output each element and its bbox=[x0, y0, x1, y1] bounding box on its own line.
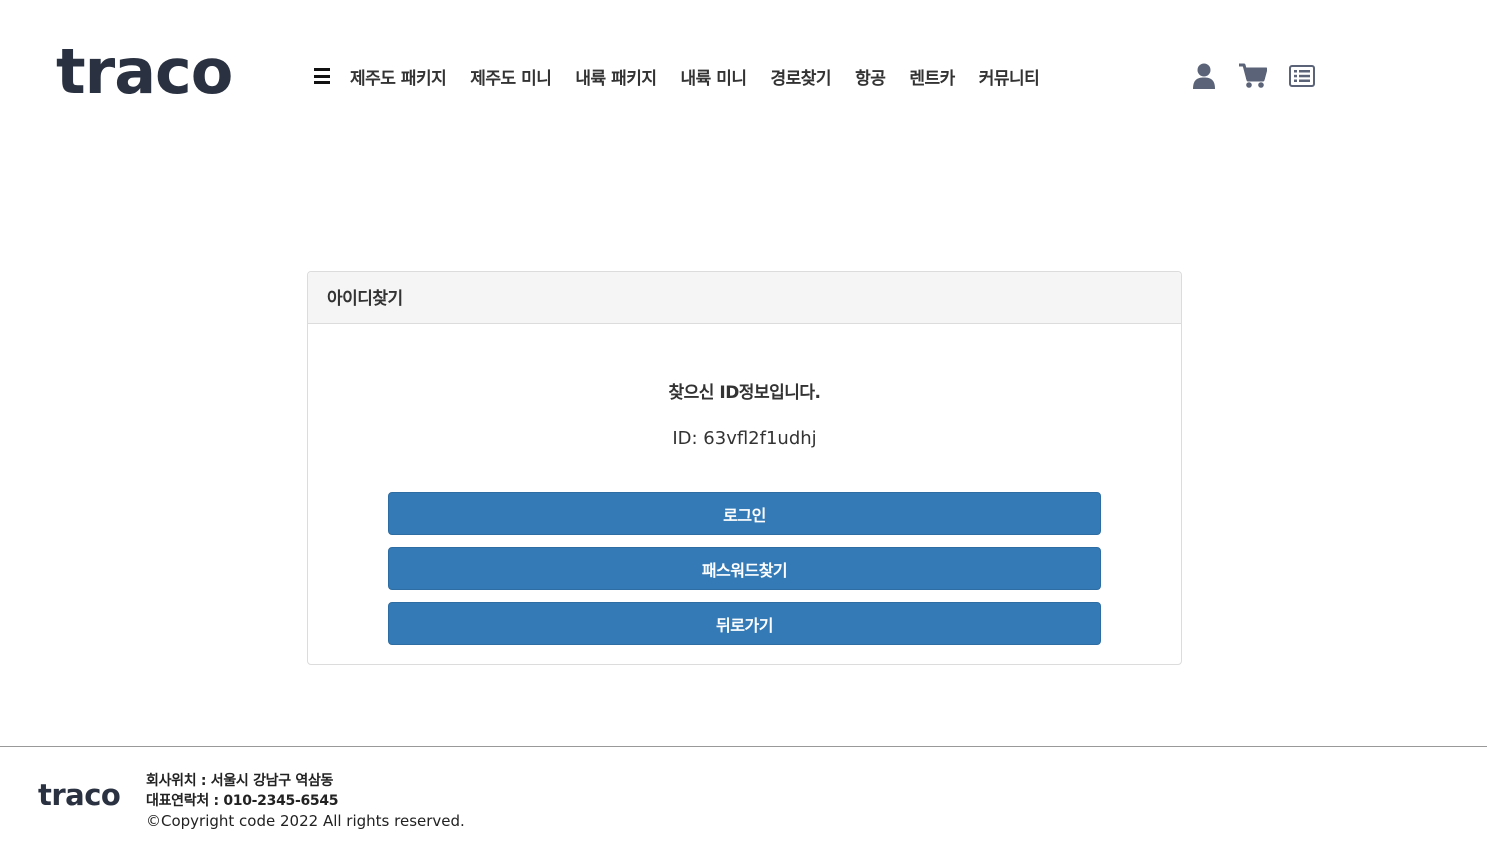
footer-info: 회사위치 : 서울시 강남구 역삼동 대표연락처 : 010-2345-6545… bbox=[146, 771, 465, 831]
nav-inland-package[interactable]: 내륙 패키지 bbox=[575, 64, 657, 89]
site-logo[interactable]: traco bbox=[56, 36, 233, 108]
nav-inland-mini[interactable]: 내륙 미니 bbox=[681, 64, 747, 89]
back-button[interactable]: 뒤로가기 bbox=[388, 602, 1101, 645]
footer-divider bbox=[0, 746, 1487, 747]
panel-title: 아이디찾기 bbox=[308, 272, 1181, 324]
nav-flights[interactable]: 항공 bbox=[855, 64, 886, 89]
found-id: ID: 63vfl2f1udhj bbox=[672, 428, 817, 449]
nav-jeju-mini[interactable]: 제주도 미니 bbox=[470, 64, 552, 89]
main-nav: 제주도 패키지 제주도 미니 내륙 패키지 내륙 미니 경로찾기 항공 렌트카 … bbox=[314, 62, 1063, 90]
login-button[interactable]: 로그인 bbox=[388, 492, 1101, 535]
list-icon[interactable] bbox=[1288, 62, 1316, 90]
result-message: 찾으신 ID정보입니다. bbox=[668, 383, 821, 403]
nav-rentcar[interactable]: 렌트카 bbox=[909, 64, 955, 89]
nav-route-finder[interactable]: 경로찾기 bbox=[771, 64, 832, 89]
user-icon[interactable] bbox=[1190, 62, 1218, 90]
cart-icon[interactable] bbox=[1239, 62, 1267, 90]
menu-icon[interactable] bbox=[314, 68, 330, 84]
nav-community[interactable]: 커뮤니티 bbox=[979, 64, 1040, 89]
header-icons bbox=[1190, 62, 1337, 90]
footer-logo: traco bbox=[38, 778, 121, 812]
footer-contact: 대표연락처 : 010-2345-6545 bbox=[146, 793, 339, 809]
footer-copyright: ©Copyright code 2022 All rights reserved… bbox=[146, 812, 465, 830]
find-password-button[interactable]: 패스워드찾기 bbox=[388, 547, 1101, 590]
footer-address: 회사위치 : 서울시 강남구 역삼동 bbox=[146, 773, 334, 789]
find-id-panel: 아이디찾기 찾으신 ID정보입니다. ID: 63vfl2f1udhj 로그인 … bbox=[307, 271, 1182, 665]
nav-jeju-package[interactable]: 제주도 패키지 bbox=[350, 64, 447, 89]
site-header: traco 제주도 패키지 제주도 미니 내륙 패키지 내륙 미니 경로찾기 항… bbox=[0, 0, 1487, 150]
